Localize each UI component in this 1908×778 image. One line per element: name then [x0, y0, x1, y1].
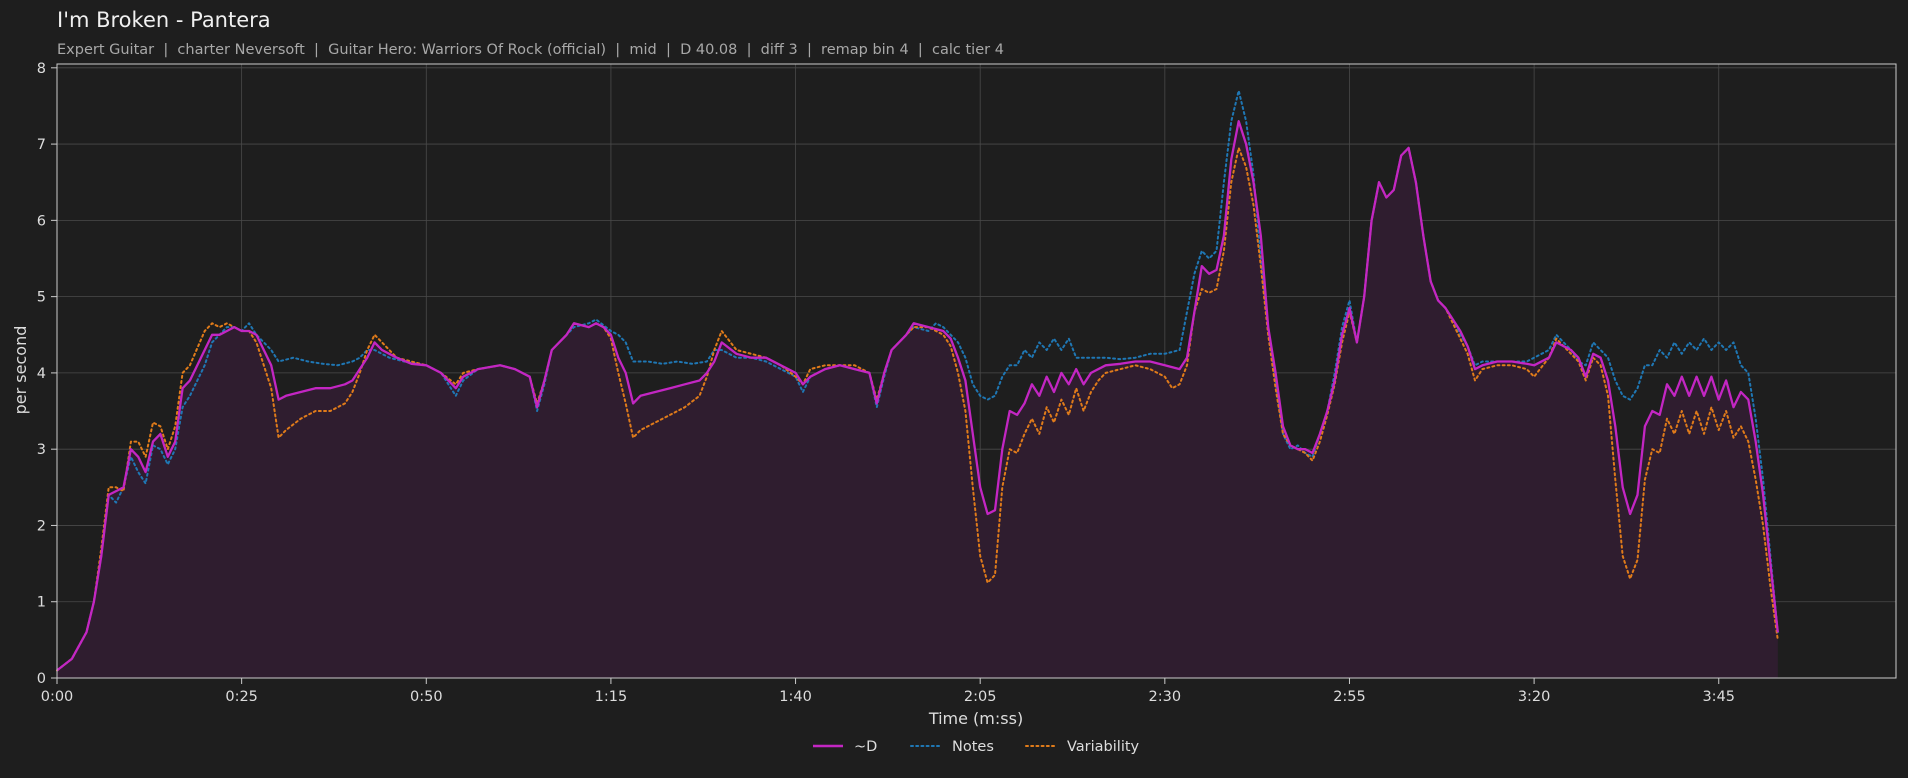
- legend-label: ~D: [854, 739, 877, 755]
- y-tick-label: 4: [37, 366, 46, 382]
- legend: ~D Notes Variability: [813, 739, 1140, 755]
- chart-svg: I'm Broken - Pantera Expert Guitar | cha…: [0, 0, 1908, 774]
- y-tick-label: 2: [37, 518, 46, 534]
- y-tick-label: 8: [37, 61, 46, 77]
- y-tick-label: 7: [37, 137, 46, 153]
- x-tick-label: 2:55: [1333, 689, 1366, 705]
- x-axis-label: Time (m:ss): [928, 709, 1023, 728]
- chart-title: I'm Broken - Pantera: [57, 8, 271, 32]
- x-tick-label: 2:05: [964, 689, 997, 705]
- legend-label: Variability: [1067, 739, 1140, 755]
- x-tick-label: 0:25: [225, 689, 258, 705]
- legend-label: Notes: [952, 739, 994, 755]
- chart-container: I'm Broken - Pantera Expert Guitar | cha…: [0, 0, 1908, 774]
- y-tick-label: 3: [37, 442, 46, 458]
- x-tick-label: 2:30: [1149, 689, 1182, 705]
- x-tick-label: 3:45: [1702, 689, 1735, 705]
- y-tick-label: 6: [37, 213, 46, 229]
- y-axis-label: per second: [11, 326, 30, 415]
- y-tick-label: 1: [37, 595, 46, 611]
- chart-subtitle: Expert Guitar | charter Neversoft | Guit…: [57, 42, 1004, 58]
- y-tick-label: 0: [37, 671, 46, 687]
- x-tick-label: 1:40: [779, 689, 812, 705]
- x-tick-label: 1:15: [595, 689, 628, 705]
- x-tick-label: 3:20: [1518, 689, 1551, 705]
- x-tick-label: 0:00: [41, 689, 74, 705]
- x-tick-label: 0:50: [410, 689, 443, 705]
- y-tick-label: 5: [37, 290, 46, 306]
